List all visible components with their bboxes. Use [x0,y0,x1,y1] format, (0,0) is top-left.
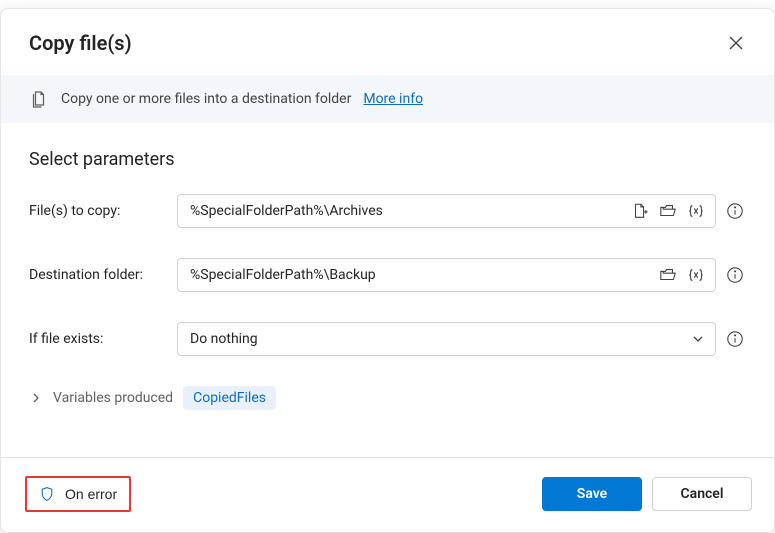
variables-produced-row: Variables produced CopiedFiles [29,386,746,410]
info-icon [726,330,744,348]
folder-open-icon [659,202,677,220]
files-to-copy-input-icons [629,200,707,222]
chevron-right-icon [30,392,42,404]
destination-folder-input[interactable] [188,259,651,291]
variable-chip-copiedfiles[interactable]: CopiedFiles [183,386,276,410]
shield-icon [39,486,55,502]
dialog-title: Copy file(s) [29,31,132,55]
info-bar: Copy one or more files into a destinatio… [1,75,774,123]
chevron-down-icon [691,332,705,346]
variable-icon [687,266,705,284]
if-file-exists-select[interactable]: Do nothing [177,322,716,356]
files-to-copy-info[interactable] [724,200,746,222]
on-error-highlight: On error [25,476,131,512]
if-file-exists-label: If file exists: [29,331,169,347]
info-description: Copy one or more files into a destinatio… [61,91,351,107]
variables-produced-label: Variables produced [53,390,173,406]
folder-open-icon [659,266,677,284]
copy-files-icon [29,89,49,109]
destination-folder-input-wrap [177,258,716,292]
insert-variable-destination-button[interactable] [685,264,707,286]
save-button[interactable]: Save [542,477,642,511]
on-error-label: On error [65,486,117,502]
close-button[interactable] [720,27,752,59]
cancel-button[interactable]: Cancel [652,477,752,511]
close-icon [729,36,743,50]
files-to-copy-input[interactable] [188,195,623,227]
section-title: Select parameters [29,149,746,170]
more-info-link[interactable]: More info [363,91,423,107]
files-to-copy-row: File(s) to copy: [29,194,746,228]
destination-folder-input-icons [657,264,707,286]
if-file-exists-value: Do nothing [190,331,258,347]
insert-variable-button[interactable] [685,200,707,222]
select-file-button[interactable] [629,200,651,222]
files-to-copy-label: File(s) to copy: [29,203,169,219]
browse-folder-button[interactable] [657,200,679,222]
if-file-exists-row: If file exists: Do nothing [29,322,746,356]
file-add-icon [631,202,649,220]
destination-folder-label: Destination folder: [29,267,169,283]
destination-folder-row: Destination folder: [29,258,746,292]
browse-destination-folder-button[interactable] [657,264,679,286]
variable-icon [687,202,705,220]
info-icon [726,266,744,284]
destination-folder-info[interactable] [724,264,746,286]
copy-files-dialog: Copy file(s) Copy one or more files into… [0,8,775,533]
on-error-button[interactable]: On error [27,478,129,510]
files-to-copy-input-wrap [177,194,716,228]
dialog-footer: On error Save Cancel [1,457,774,532]
dialog-header: Copy file(s) [1,9,774,75]
dialog-body: Select parameters File(s) to copy: [1,123,774,457]
if-file-exists-info[interactable] [724,328,746,350]
info-icon [726,202,744,220]
footer-buttons: Save Cancel [542,477,752,511]
variables-expander[interactable] [29,391,43,405]
